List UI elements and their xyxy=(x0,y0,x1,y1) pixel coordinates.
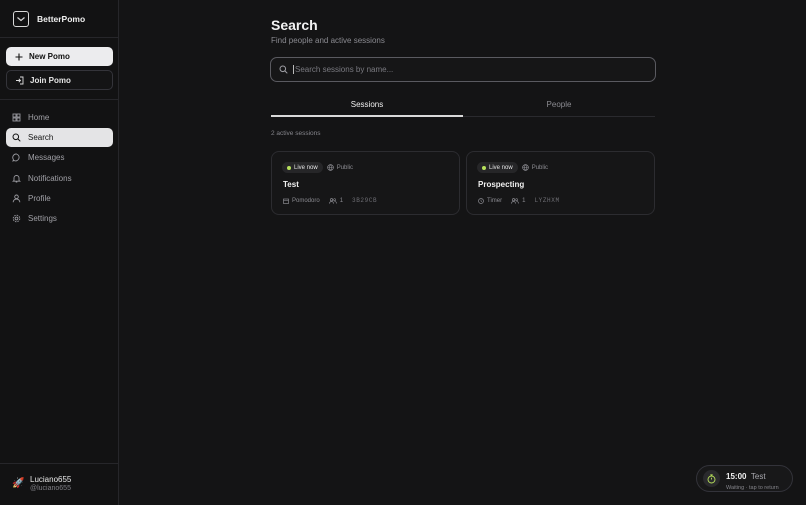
divider xyxy=(0,463,119,464)
user-icon xyxy=(12,194,21,203)
bell-icon xyxy=(12,174,21,183)
new-pomo-label: New Pomo xyxy=(29,52,70,61)
search-icon xyxy=(279,65,288,74)
users-icon xyxy=(511,197,520,204)
live-label: Live now xyxy=(489,164,513,171)
visibility-badge: Public xyxy=(326,164,354,171)
live-label: Live now xyxy=(294,164,318,171)
search-box[interactable] xyxy=(270,57,656,82)
sidebar-nav: Home Search Messages Notifications Profi… xyxy=(6,108,113,229)
session-code: 3B29CB xyxy=(352,197,378,204)
visibility-badge: Public xyxy=(521,164,549,171)
session-title: Prospecting xyxy=(478,180,525,189)
new-pomo-button[interactable]: New Pomo xyxy=(6,47,113,66)
participant-label: 1 xyxy=(522,197,526,204)
page-subtitle: Find people and active sessions xyxy=(271,36,385,45)
participant-count: 1 xyxy=(511,198,525,204)
result-count: 2 active sessions xyxy=(271,130,321,137)
session-card[interactable]: Live now Public Prospecting Timer 1 LYZH… xyxy=(466,151,655,215)
tab-people[interactable]: People xyxy=(463,96,655,117)
timer-hint: Waiting · tap to return xyxy=(726,485,779,491)
active-timer-pill[interactable]: 15:00 Test Waiting · tap to return xyxy=(696,465,793,492)
rocket-icon: 🚀 xyxy=(12,477,25,489)
user-name: Luciano655 xyxy=(30,475,72,484)
session-title: Test xyxy=(283,180,299,189)
session-code: LYZHXM xyxy=(534,197,560,204)
mode-label: Pomodoro xyxy=(292,197,320,204)
home-icon xyxy=(12,113,21,122)
brand-name: BetterPomo xyxy=(37,14,86,24)
user-handle: @luciano655 xyxy=(30,485,71,492)
enter-icon xyxy=(16,76,24,84)
sidebar-item-label: Settings xyxy=(28,213,57,223)
live-dot-icon xyxy=(482,165,486,170)
live-badge: Live now xyxy=(477,162,518,173)
live-dot-icon xyxy=(287,165,291,170)
join-pomo-button[interactable]: Join Pomo xyxy=(6,70,113,90)
calendar-icon xyxy=(283,198,289,204)
logo-icon xyxy=(13,11,29,27)
live-badge: Live now xyxy=(282,162,323,173)
sidebar-item-home[interactable]: Home xyxy=(6,108,113,127)
timer-session-name: Test xyxy=(750,472,766,481)
globe-icon xyxy=(521,164,529,171)
sidebar-item-label: Notifications xyxy=(28,173,72,183)
tab-sessions[interactable]: Sessions xyxy=(271,96,463,117)
clock-icon xyxy=(478,197,484,204)
sidebar-item-label: Search xyxy=(28,133,54,143)
sidebar-item-label: Messages xyxy=(28,153,65,163)
visibility-label: Public xyxy=(531,164,549,171)
users-icon xyxy=(328,197,337,204)
divider xyxy=(0,37,119,38)
timer-time: 15:00 xyxy=(726,472,747,481)
join-pomo-label: Join Pomo xyxy=(30,75,71,85)
timer-icon xyxy=(703,470,720,487)
mode-label: Timer xyxy=(487,197,503,204)
user-profile[interactable]: 🚀 Luciano655 @luciano655 xyxy=(12,475,71,492)
brand[interactable]: BetterPomo xyxy=(13,10,85,28)
sidebar-item-search[interactable]: Search xyxy=(6,128,113,148)
divider xyxy=(0,99,119,100)
search-input[interactable] xyxy=(293,65,633,74)
tab-bar: Sessions People xyxy=(271,96,655,117)
participant-count: 1 xyxy=(328,197,344,204)
participant-label: 1 xyxy=(339,197,344,204)
globe-icon xyxy=(326,164,334,171)
message-icon xyxy=(12,153,20,163)
sidebar-item-label: Home xyxy=(28,113,50,122)
sidebar-item-settings[interactable]: Settings xyxy=(6,209,113,228)
sidebar-item-label: Profile xyxy=(28,193,51,203)
visibility-label: Public xyxy=(336,164,354,171)
session-card[interactable]: Live now Public Test Pomodoro 1 3B29CB xyxy=(271,151,460,215)
page-title: Search xyxy=(271,17,318,33)
plus-icon xyxy=(15,53,23,60)
sidebar-item-profile[interactable]: Profile xyxy=(6,189,113,208)
search-icon xyxy=(12,133,21,142)
session-mode: Timer xyxy=(478,198,502,204)
sidebar-item-notifications[interactable]: Notifications xyxy=(6,169,113,188)
gear-icon xyxy=(12,214,21,223)
sidebar-item-messages[interactable]: Messages xyxy=(6,148,113,167)
sidebar: BetterPomo New Pomo Join Pomo Home Searc… xyxy=(0,0,119,505)
session-mode: Pomodoro xyxy=(283,198,320,204)
